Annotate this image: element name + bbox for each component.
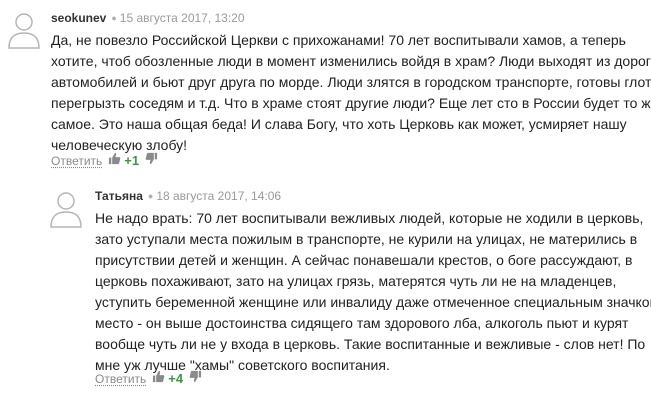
comment-text-line: хотите, чтоб обозленные люди в момент из…: [51, 53, 651, 69]
comment-text: Да, не повезло Российской Церкви с прихо…: [51, 30, 651, 156]
comment-actions: Ответить +1: [51, 152, 158, 169]
comment-text-line: самое. Это наша общая беда! И слава Богу…: [51, 116, 627, 132]
comment-date: 18 августа 2017, 14:06: [156, 189, 282, 203]
thumbs-up-icon[interactable]: [152, 370, 165, 387]
comment-actions: Ответить +4: [95, 370, 202, 387]
vote-score: +1: [124, 152, 140, 168]
comment-text-line: зато уступали места пожилым в транспорте…: [95, 231, 638, 247]
comment-text-line: Не надо врать: 70 лет воспитывали вежлив…: [95, 210, 644, 226]
comment-reply: Татьяна ● 18 августа 2017, 14:06 Не надо в…: [0, 180, 651, 403]
thumbs-up-icon[interactable]: [108, 152, 121, 169]
thumbs-down-icon[interactable]: [189, 370, 202, 387]
comment-date: 15 августа 2017, 13:20: [119, 11, 245, 25]
comment-author[interactable]: Татьяна: [95, 189, 143, 203]
comment-text-line: присутствии детей и женщин. А сейчас пон…: [95, 252, 633, 268]
comment-text-line: Да, не повезло Российской Церкви с прихо…: [51, 32, 626, 48]
reply-button[interactable]: Ответить: [51, 153, 102, 169]
comment-text-line: перегрызть соседям и т.д. Что в храме ст…: [51, 95, 651, 111]
comment: seokunev ● 15 августа 2017, 13:20 Да, не п…: [0, 0, 651, 175]
comment-text-line: церковь похаживают, зато на улицах грязь…: [95, 273, 617, 289]
comment-text-line: вообще чуть ли не у входа в церковь. Так…: [95, 336, 646, 352]
thumbs-down-icon[interactable]: [145, 152, 158, 169]
comment-header: seokunev ● 15 августа 2017, 13:20: [51, 11, 245, 25]
comment-text-line: автомобилей и бьют друг друга по морде. …: [51, 74, 651, 90]
reply-button[interactable]: Ответить: [95, 371, 146, 387]
comment-text-line: уступить беременной женщине или инвалиду…: [95, 294, 651, 310]
comment-text: Не надо врать: 70 лет воспитывали вежлив…: [95, 208, 651, 376]
user-avatar-icon: [4, 9, 44, 49]
vote-score: +4: [168, 370, 184, 386]
user-avatar-icon: [46, 188, 86, 228]
comment-author[interactable]: seokunev: [51, 11, 106, 25]
comment-header: Татьяна ● 18 августа 2017, 14:06: [95, 189, 282, 203]
comment-text-line: место - он выше достоинства сидящего там…: [95, 315, 629, 331]
